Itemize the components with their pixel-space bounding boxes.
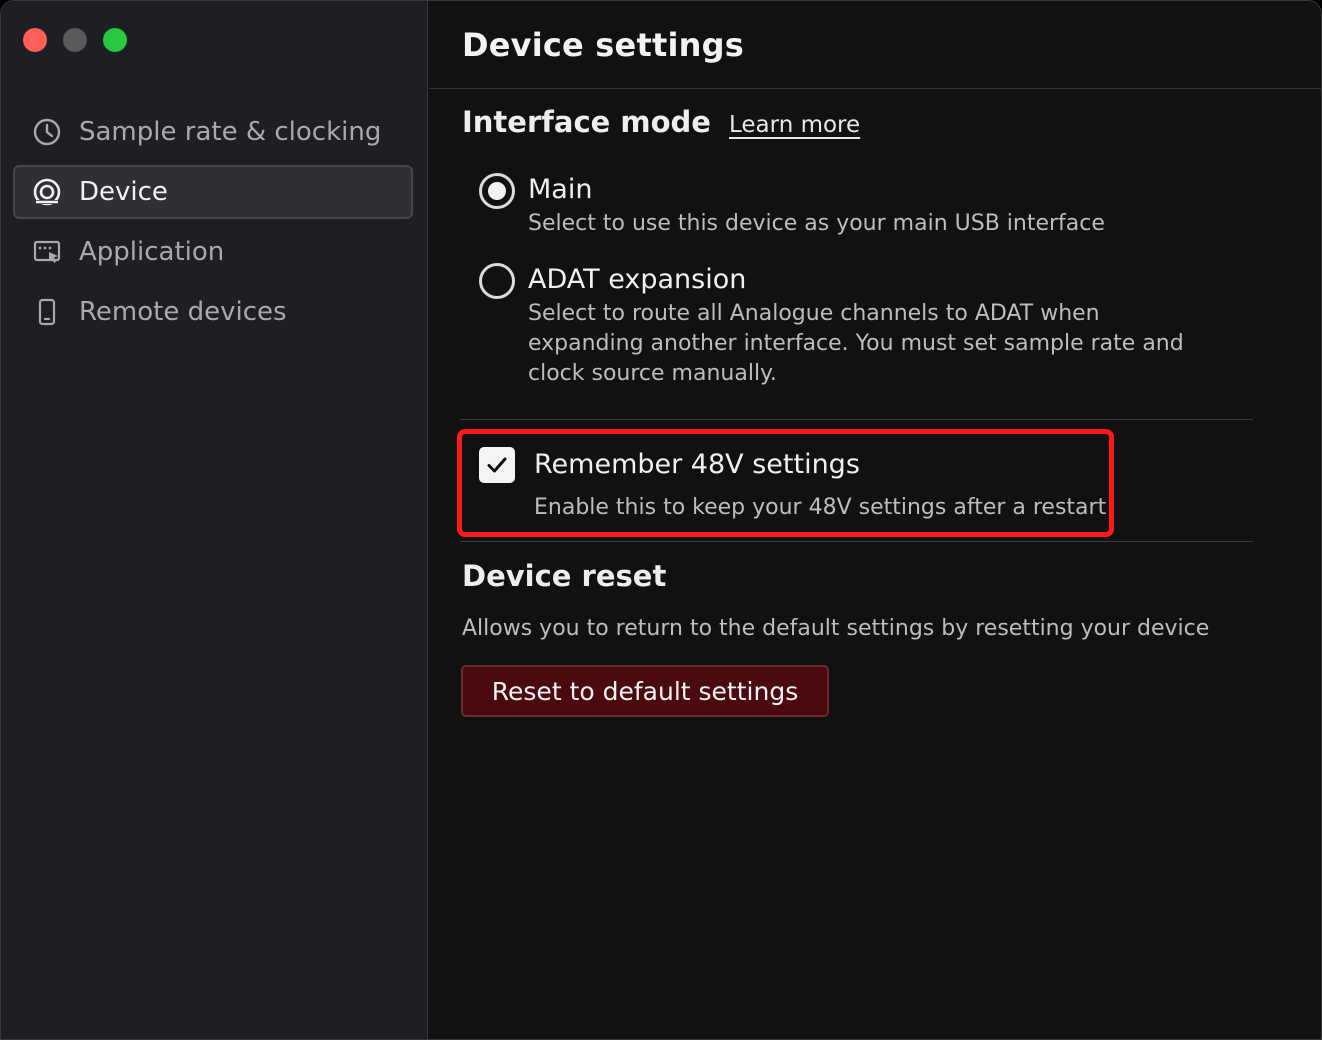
divider <box>460 419 1253 420</box>
radio-option-main[interactable]: Main Select to use this device as your m… <box>479 173 1218 239</box>
phone-icon <box>31 296 63 328</box>
sidebar-item-label: Sample rate & clocking <box>79 117 382 147</box>
sidebar-item-label: Remote devices <box>79 297 287 327</box>
radio-text: Main Select to use this device as your m… <box>528 173 1218 239</box>
adat-option-description: Select to route all Analogue channels to… <box>528 301 1184 386</box>
radio-option-adat[interactable]: ADAT expansion Select to route all Analo… <box>479 263 1218 389</box>
radio-text: ADAT expansion Select to route all Analo… <box>528 263 1218 389</box>
main-panel: Device settings Interface mode Learn mor… <box>429 1 1321 1039</box>
sidebar-item-application[interactable]: Application <box>13 225 413 279</box>
app-window: Sample rate & clocking Device Applicatio… <box>0 0 1322 1040</box>
clock-icon <box>31 116 63 148</box>
page-header: Device settings <box>429 1 1321 89</box>
interface-mode-title: Interface mode <box>462 105 711 139</box>
window-controls <box>23 28 127 52</box>
application-icon <box>31 236 63 268</box>
device-icon <box>31 176 63 208</box>
remember-48v-description: Enable this to keep your 48V settings af… <box>534 495 1107 520</box>
sidebar-item-device[interactable]: Device <box>13 165 413 219</box>
close-window-button[interactable] <box>23 28 47 52</box>
adat-option-label: ADAT expansion <box>528 264 747 295</box>
sidebar-item-label: Application <box>79 237 225 267</box>
learn-more-link[interactable]: Learn more <box>729 112 860 138</box>
interface-mode-header: Interface mode Learn more <box>462 105 860 139</box>
adat-radio[interactable] <box>479 263 515 299</box>
main-option-description: Select to use this device as your main U… <box>528 211 1105 236</box>
sidebar-item-remote-devices[interactable]: Remote devices <box>13 285 413 339</box>
minimize-window-button[interactable] <box>63 28 87 52</box>
main-radio[interactable] <box>479 173 515 209</box>
sidebar-item-label: Device <box>79 177 168 207</box>
maximize-window-button[interactable] <box>103 28 127 52</box>
checkmark-icon <box>487 457 507 473</box>
divider <box>460 541 1253 542</box>
device-reset-description: Allows you to return to the default sett… <box>462 616 1210 641</box>
remember-48v-checkbox[interactable] <box>479 447 515 483</box>
sidebar: Sample rate & clocking Device Applicatio… <box>1 1 428 1039</box>
sidebar-nav: Sample rate & clocking Device Applicatio… <box>13 105 413 345</box>
sidebar-item-sample-rate[interactable]: Sample rate & clocking <box>13 105 413 159</box>
page-title: Device settings <box>462 25 744 64</box>
device-reset-title: Device reset <box>462 559 667 593</box>
remember-48v-label: Remember 48V settings <box>534 449 860 480</box>
reset-to-default-button[interactable]: Reset to default settings <box>461 665 829 717</box>
main-option-label: Main <box>528 174 593 205</box>
